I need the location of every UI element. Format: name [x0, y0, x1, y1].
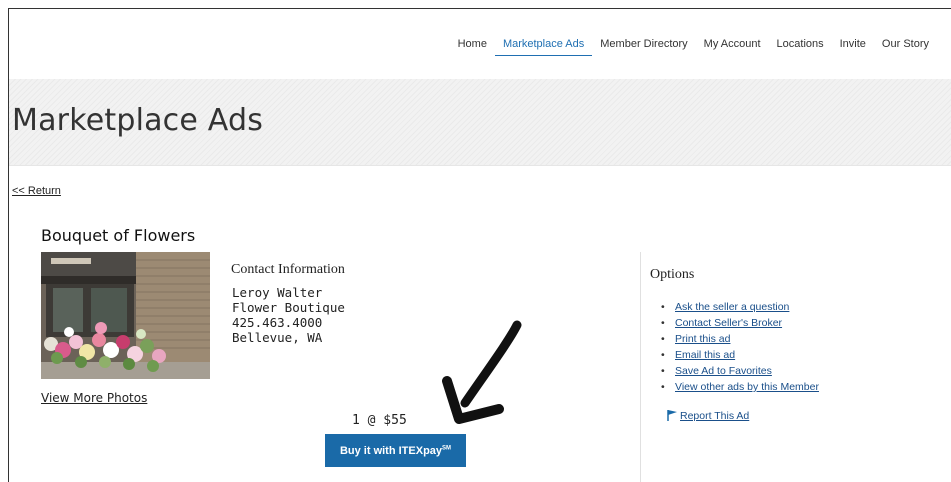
options-heading: Options: [650, 267, 695, 282]
top-navigation: Home Marketplace Ads Member Directory My…: [9, 9, 951, 80]
ad-photo[interactable]: [41, 252, 210, 379]
save-favorites-link[interactable]: Save Ad to Favorites: [675, 365, 772, 377]
page-title: Marketplace Ads: [12, 103, 264, 138]
nav-item-my-account[interactable]: My Account: [696, 34, 769, 56]
report-ad: Report This Ad: [666, 409, 749, 422]
list-item: • View other ads by this Member: [661, 379, 819, 395]
list-item: • Email this ad: [661, 347, 819, 363]
nav-item-locations[interactable]: Locations: [769, 34, 832, 56]
nav-item-invite[interactable]: Invite: [832, 34, 874, 56]
page-frame: Home Marketplace Ads Member Directory My…: [8, 8, 951, 482]
service-mark: SM: [442, 444, 452, 451]
nav-menu: Home Marketplace Ads Member Directory My…: [450, 34, 937, 56]
flower-shop-image: [41, 252, 210, 379]
contact-info-heading: Contact Information: [231, 262, 345, 277]
contact-business: Flower Boutique: [232, 300, 345, 315]
nav-item-marketplace-ads[interactable]: Marketplace Ads: [494, 34, 593, 56]
bullet-icon: •: [661, 365, 665, 377]
quantity-price: 1 @ $55: [352, 413, 407, 428]
pointer-arrow-icon: [442, 320, 522, 424]
view-more-photos-link[interactable]: View More Photos: [41, 391, 147, 405]
contact-location: Bellevue, WA: [232, 330, 323, 345]
print-ad-link[interactable]: Print this ad: [675, 333, 730, 345]
report-ad-link[interactable]: Report This Ad: [680, 410, 749, 422]
page-header-banner: Marketplace Ads: [9, 79, 951, 166]
list-item: • Contact Seller's Broker: [661, 315, 819, 331]
bullet-icon: •: [661, 333, 665, 345]
buy-button-label: Buy it with ITEXpay: [339, 444, 443, 457]
list-item: • Ask the seller a question: [661, 299, 819, 315]
bullet-icon: •: [661, 317, 665, 329]
contact-broker-link[interactable]: Contact Seller's Broker: [675, 317, 782, 329]
buy-with-itexpay-button[interactable]: Buy it with ITEXpaySM: [325, 434, 466, 467]
view-member-ads-link[interactable]: View other ads by this Member: [675, 381, 819, 393]
ad-title: Bouquet of Flowers: [41, 226, 196, 245]
bullet-icon: •: [661, 381, 665, 393]
contact-name: Leroy Walter: [232, 285, 323, 300]
options-list: • Ask the seller a question • Contact Sell…: [661, 299, 819, 395]
nav-item-home[interactable]: Home: [450, 34, 495, 56]
options-panel: Options • Ask the seller a question • Cont…: [640, 252, 951, 482]
bullet-icon: •: [661, 301, 665, 313]
email-ad-link[interactable]: Email this ad: [675, 349, 735, 361]
contact-phone: 425.463.4000: [232, 315, 323, 330]
list-item: • Print this ad: [661, 331, 819, 347]
flag-icon: [667, 410, 677, 421]
list-item: • Save Ad to Favorites: [661, 363, 819, 379]
return-link[interactable]: << Return: [12, 185, 61, 197]
bullet-icon: •: [661, 349, 665, 361]
nav-item-member-directory[interactable]: Member Directory: [592, 34, 695, 56]
contact-info: Leroy Walter Flower Boutique 425.463.400…: [232, 285, 345, 345]
nav-item-our-story[interactable]: Our Story: [874, 34, 937, 56]
ask-seller-link[interactable]: Ask the seller a question: [675, 301, 789, 313]
